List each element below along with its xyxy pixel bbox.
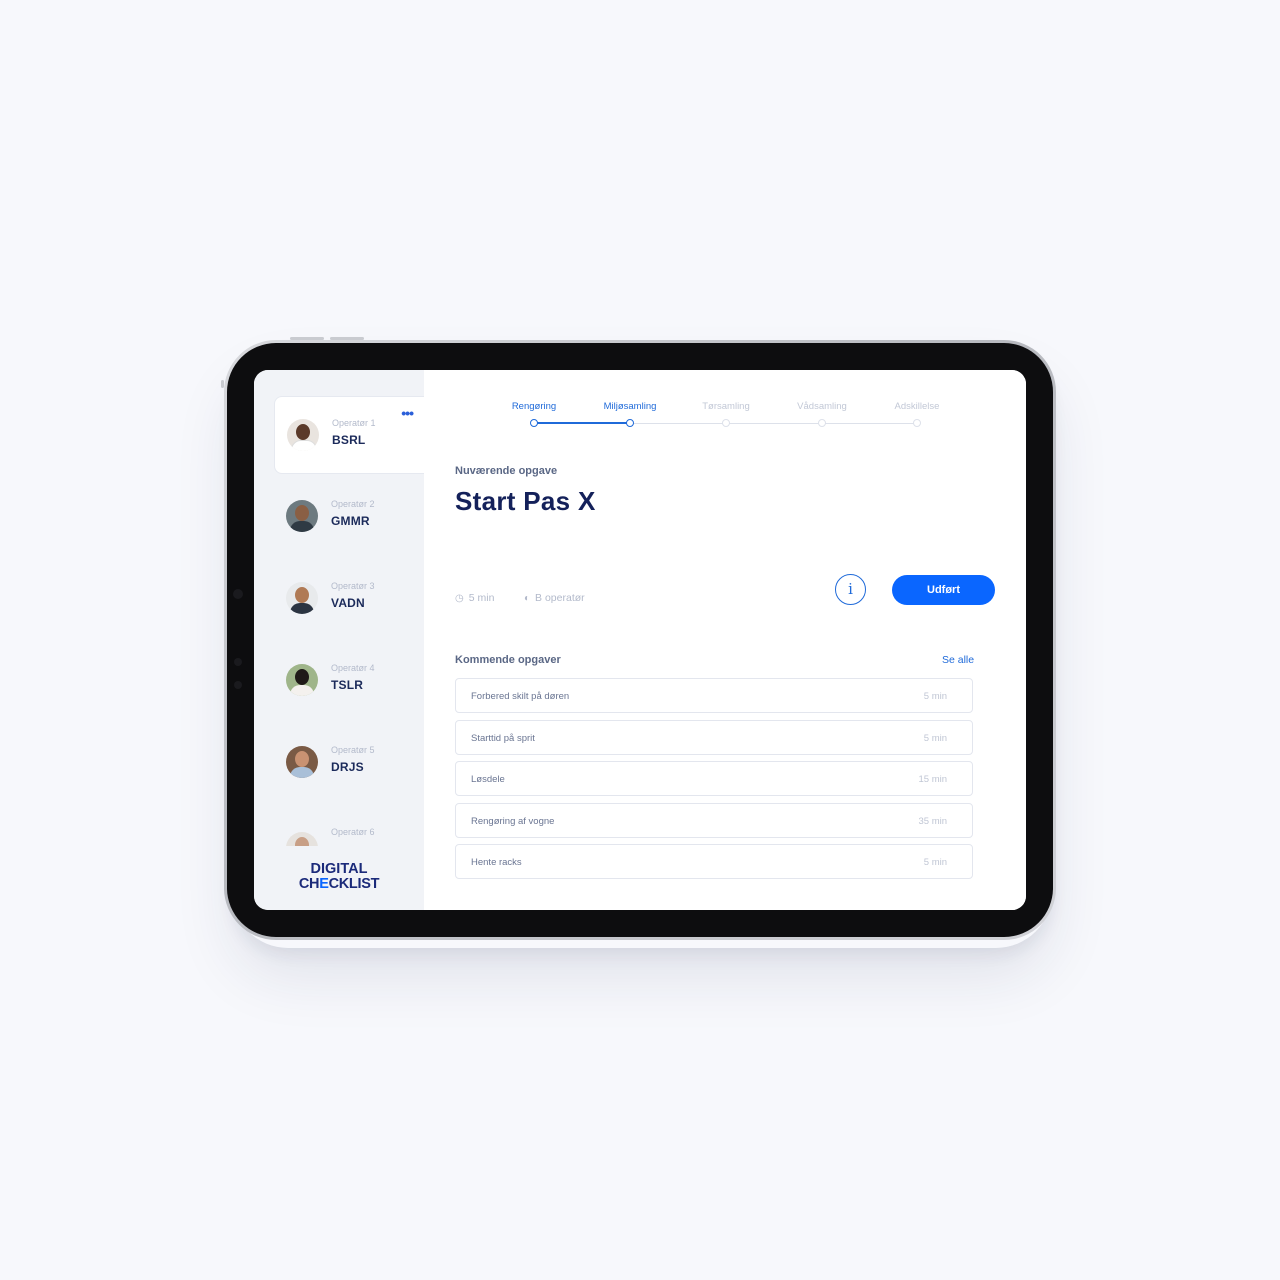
- operator-role: Operatør 6: [331, 827, 375, 837]
- avatar: [286, 832, 318, 846]
- operator-item-5[interactable]: Operatør 5 DRJS: [274, 724, 424, 800]
- operator-item-4[interactable]: Operatør 4 TSLR: [274, 642, 424, 718]
- clock-icon: ◷: [455, 592, 464, 604]
- upcoming-task-row[interactable]: Starttid på sprit 5 min: [455, 720, 973, 755]
- info-button[interactable]: i: [835, 574, 866, 605]
- task-name: Løsdele: [471, 774, 505, 785]
- task-operators: ◐ B operatør: [524, 592, 585, 604]
- upcoming-task-row[interactable]: Rengøring af vogne 35 min: [455, 803, 973, 838]
- avatar: [286, 664, 318, 696]
- power-button: [221, 380, 224, 388]
- app-screen: Operatør 1 BSRL ••• Operatør 2 GMMR Oper…: [254, 370, 1026, 910]
- task-duration-value: 5 min: [468, 592, 495, 604]
- operator-item-2[interactable]: Operatør 2 GMMR: [274, 478, 424, 554]
- operator-icon: ◐: [524, 592, 531, 604]
- step-dot: [818, 419, 826, 427]
- more-options-icon[interactable]: •••: [401, 406, 414, 420]
- task-name: Hente racks: [471, 857, 522, 868]
- upcoming-task-row[interactable]: Løsdele 15 min: [455, 761, 973, 796]
- operator-role: Operatør 4: [331, 663, 375, 673]
- operator-role: Operatør 2: [331, 499, 375, 509]
- avatar: [286, 582, 318, 614]
- operator-item-6[interactable]: Operatør 6: [274, 806, 424, 846]
- task-name: Forbered skilt på døren: [471, 691, 570, 702]
- task-operators-value: B operatør: [535, 592, 585, 604]
- operator-item-3[interactable]: Operatør 3 VADN: [274, 560, 424, 636]
- operator-role: Operatør 3: [331, 581, 375, 591]
- camera-icon: [233, 589, 243, 599]
- task-duration: 5 min: [923, 691, 947, 702]
- step-dot: [913, 419, 921, 427]
- operator-role: Operatør 1: [332, 418, 376, 428]
- avatar: [286, 500, 318, 532]
- step-label-torsamling[interactable]: Tørsamling: [702, 401, 750, 412]
- operator-name: BSRL: [332, 433, 366, 447]
- operator-item-1[interactable]: Operatør 1 BSRL •••: [274, 396, 425, 474]
- see-all-link[interactable]: Se alle: [942, 654, 974, 666]
- step-label-miljosamling[interactable]: Miljøsamling: [604, 401, 657, 412]
- volume-button: [330, 337, 364, 340]
- upcoming-task-row[interactable]: Forbered skilt på døren 5 min: [455, 678, 973, 713]
- step-dot: [530, 419, 538, 427]
- step-label-rengoring[interactable]: Rengøring: [512, 401, 556, 412]
- step-dot: [722, 419, 730, 427]
- task-duration: 5 min: [923, 733, 947, 744]
- operator-role: Operatør 5: [331, 745, 375, 755]
- avatar: [286, 746, 318, 778]
- task-duration: 5 min: [923, 857, 947, 868]
- upcoming-tasks-label: Kommende opgaver: [455, 654, 561, 666]
- task-name: Rengøring af vogne: [471, 816, 555, 827]
- avatar: [287, 419, 319, 451]
- sensor-icon: [234, 681, 242, 689]
- step-dot: [626, 419, 634, 427]
- main-panel: Rengøring Miljøsamling Tørsamling Vådsam…: [424, 370, 1026, 910]
- volume-button: [290, 337, 324, 340]
- task-duration: 15 min: [918, 774, 947, 785]
- operator-name: VADN: [331, 596, 365, 610]
- task-duration: ◷ 5 min: [455, 592, 494, 604]
- done-button[interactable]: Udført: [892, 575, 995, 605]
- operator-sidebar: Operatør 1 BSRL ••• Operatør 2 GMMR Oper…: [254, 370, 425, 910]
- digital-checklist-logo: DIGITAL CHECKLIST: [298, 861, 380, 892]
- upcoming-task-row[interactable]: Hente racks 5 min: [455, 844, 973, 879]
- task-name: Starttid på sprit: [471, 733, 535, 744]
- step-label-vadsamling[interactable]: Vådsamling: [797, 401, 847, 412]
- current-task-label: Nuværende opgave: [455, 465, 558, 477]
- operator-name: GMMR: [331, 514, 370, 528]
- task-duration: 35 min: [918, 816, 947, 827]
- operator-name: TSLR: [331, 678, 364, 692]
- current-task-title: Start Pas X: [455, 486, 596, 516]
- step-label-adskillelse[interactable]: Adskillelse: [895, 401, 940, 412]
- sensor-icon: [234, 658, 242, 666]
- operator-name: DRJS: [331, 760, 364, 774]
- stepper-progress: [534, 422, 630, 424]
